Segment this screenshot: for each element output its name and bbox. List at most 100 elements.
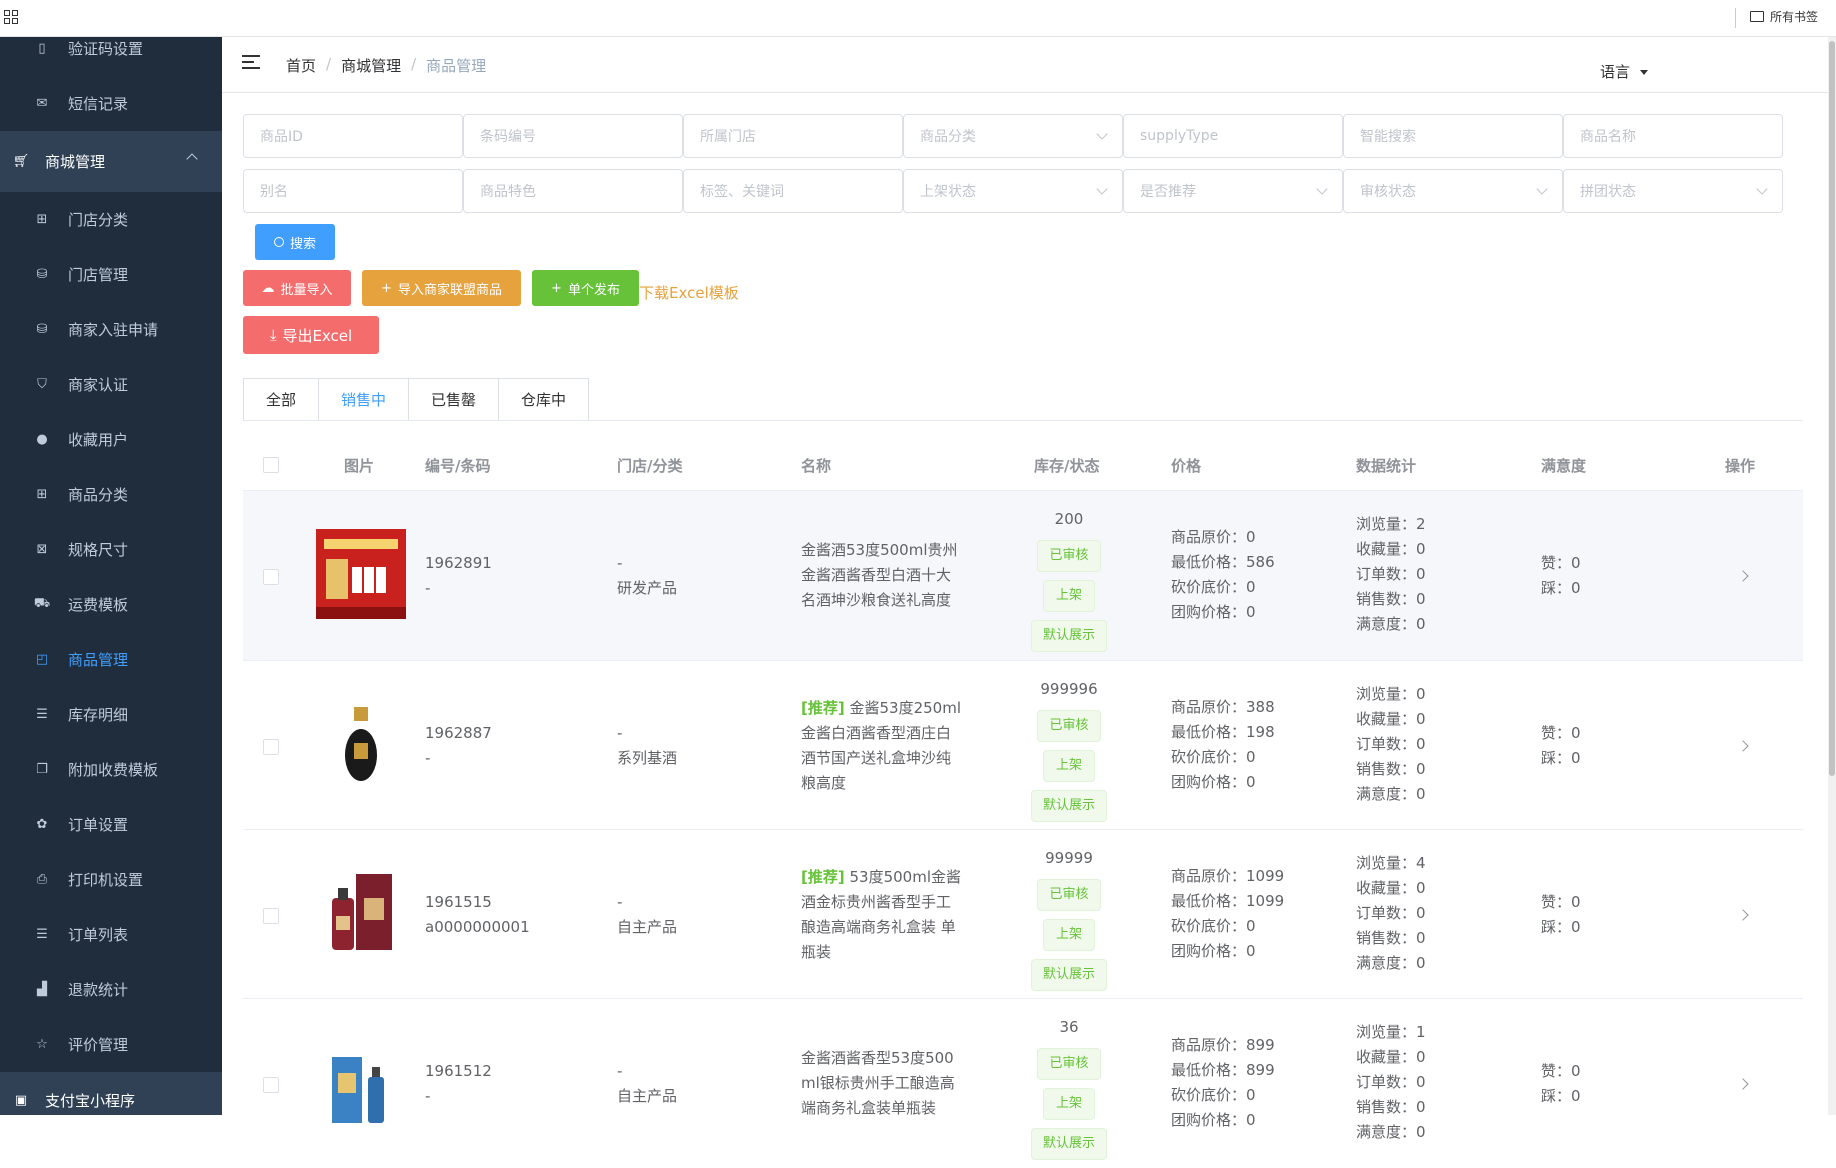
alias-input[interactable]: 别名 [243,169,463,213]
export-excel-button[interactable]: ⤓ 导出Excel [243,316,379,354]
display-status-tag: 默认展示 [1031,790,1107,822]
row-checkbox[interactable] [263,739,279,755]
scrollbar-thumb[interactable] [1829,41,1835,776]
breadcrumb-mall[interactable]: 商城管理 [341,55,401,76]
copy-icon: ❐ [36,762,48,777]
sidebar-item-label: 收藏用户 [68,431,129,449]
import-merchant-products-button[interactable]: + 导入商家联盟商品 [362,270,521,306]
product-image[interactable] [316,699,406,789]
chevron-right-icon[interactable] [1737,1078,1749,1090]
sidebar-item-label: 运费模板 [68,596,129,614]
breadcrumb-home[interactable]: 首页 [286,55,316,76]
sidebar-item-order-settings[interactable]: ✿ 订单设置 [0,797,222,852]
plus-icon: + [551,280,562,296]
sidebar-item-product-category[interactable]: ⊞ 商品分类 [0,467,222,522]
product-id-cell: 1961515 a0000000001 [425,893,530,936]
all-bookmarks-label: 所有书签 [1769,10,1818,24]
all-bookmarks-folder[interactable]: 所有书签 [1749,8,1818,25]
bookmark-bar: 所有书签 [0,0,1836,37]
chevron-down-icon [1536,183,1548,195]
audit-status-tag: 已审核 [1037,710,1101,742]
supply-type-input[interactable]: supplyType [1123,114,1343,158]
database-icon: ⛁ [36,322,48,337]
sidebar-item-refund-stats[interactable]: ▟ 退款统计 [0,962,222,1017]
product-category-select[interactable]: 商品分类 [903,114,1123,158]
shelf-status-select[interactable]: 上架状态 [903,169,1123,213]
shelf-status-tag: 上架 [1043,919,1095,951]
sidebar-item-store-category[interactable]: ⊞ 门店分类 [0,192,222,247]
row-checkbox[interactable] [263,908,279,924]
select-all-checkbox[interactable] [263,457,279,473]
tab-sold-out[interactable]: 已售罄 [408,378,499,421]
tab-on-sale[interactable]: 销售中 [318,378,409,421]
page-scrollbar[interactable] [1828,37,1836,1115]
sidebar-item-shipping-template[interactable]: ⛟ 运费模板 [0,577,222,632]
cart-icon: 🛒︎ [12,154,30,169]
sidebar-item-printer-settings[interactable]: ⎙ 打印机设置 [0,852,222,907]
star-icon: ☆ [36,1037,48,1052]
sidebar-item-inventory-details[interactable]: ☰ 库存明细 [0,687,222,742]
document-icon: ▯ [38,41,46,56]
feature-input[interactable]: 商品特色 [463,169,683,213]
sidebar-item-label: 订单列表 [68,926,129,944]
sidebar-item-product-management[interactable]: ◰ 商品管理 [0,632,222,687]
gear-icon: ✿ [36,817,48,832]
sidebar-item-merchant-application[interactable]: ⛁ 商家入驻申请 [0,302,222,357]
sidebar-item-label: 规格尺寸 [68,541,129,559]
product-id-cell: 1962891- [425,554,492,597]
satisfaction-cell: 赞：0 踩：0 [1541,724,1581,767]
sidebar-group-mall-management[interactable]: 🛒︎ 商城管理 [0,131,222,192]
product-image[interactable] [316,529,406,619]
download-template-link[interactable]: 下载Excel模板 [639,282,739,303]
product-name-input[interactable]: 商品名称 [1563,114,1783,158]
truck-icon: ⛟ [33,596,51,611]
sidebar: ▯ 验证码设置 ✉ 短信记录 🛒︎ 商城管理 ⊞ 门店分类 ⛁ 门店管理 ⛁ 商家入驻… [0,37,222,1115]
product-image[interactable] [316,868,406,958]
filter-form: 商品ID 条码编号 所属门店 商品分类 supplyType 智能搜索 商品名称… [243,114,1785,224]
sidebar-item-review-management[interactable]: ☆ 评价管理 [0,1017,222,1072]
sidebar-item-label: 商品管理 [68,651,129,669]
chevron-right-icon[interactable] [1737,570,1749,582]
sidebar-item-merchant-verification[interactable]: ⛉ 商家认证 [0,357,222,412]
product-image[interactable] [316,1037,406,1127]
product-id-cell: 1961512- [425,1062,492,1105]
display-status-tag: 默认展示 [1031,620,1107,652]
shelf-status-tag: 上架 [1043,580,1095,612]
audit-status-select[interactable]: 审核状态 [1343,169,1563,213]
list-icon: ☰ [36,707,48,722]
batch-import-button[interactable]: ☁ 批量导入 [243,270,351,306]
apps-icon[interactable] [4,10,18,24]
sidebar-item-order-list[interactable]: ☰ 订单列表 [0,907,222,962]
barcode-input[interactable]: 条码编号 [463,114,683,158]
sidebar-item-favorite-users[interactable]: ● 收藏用户 [0,412,222,467]
tags-keywords-input[interactable]: 标签、关键词 [683,169,903,213]
sidebar-item-label: 门店管理 [68,266,129,284]
recommended-select[interactable]: 是否推荐 [1123,169,1343,213]
product-id-input[interactable]: 商品ID [243,114,463,158]
tab-warehouse[interactable]: 仓库中 [498,378,590,421]
language-dropdown[interactable]: 语言 [1600,61,1649,82]
group-buy-status-select[interactable]: 拼团状态 [1563,169,1783,213]
chevron-down-icon [1096,183,1108,195]
sidebar-item-specifications[interactable]: ⊠ 规格尺寸 [0,522,222,577]
sidebar-item-sms-records[interactable]: ✉ 短信记录 [0,76,222,131]
list-icon: ☰ [36,927,48,942]
tab-all[interactable]: 全部 [243,378,319,421]
sidebar-item-label: 商家认证 [68,376,129,394]
smart-search-input[interactable]: 智能搜索 [1343,114,1563,158]
sidebar-item-store-management[interactable]: ⛁ 门店管理 [0,247,222,302]
single-publish-button[interactable]: + 单个发布 [532,270,639,306]
chevron-right-icon[interactable] [1737,909,1749,921]
hamburger-icon[interactable] [242,55,260,71]
store-input[interactable]: 所属门店 [683,114,903,158]
row-checkbox[interactable] [263,1077,279,1093]
sidebar-item-captcha-settings[interactable]: ▯ 验证码设置 [0,37,222,76]
chevron-right-icon[interactable] [1737,740,1749,752]
row-checkbox[interactable] [263,569,279,585]
sidebar-item-extra-charge-template[interactable]: ❐ 附加收费模板 [0,742,222,797]
sidebar-group-alipay-miniapp[interactable]: ▣ 支付宝小程序 [0,1072,222,1115]
column-header-image: 图片 [344,457,375,475]
search-button[interactable]: 搜索 [255,224,335,260]
price-cell: 商品原价：0 最低价格：586 砍价底价：0 团购价格：0 [1171,528,1275,621]
sidebar-item-label: 验证码设置 [68,40,144,58]
